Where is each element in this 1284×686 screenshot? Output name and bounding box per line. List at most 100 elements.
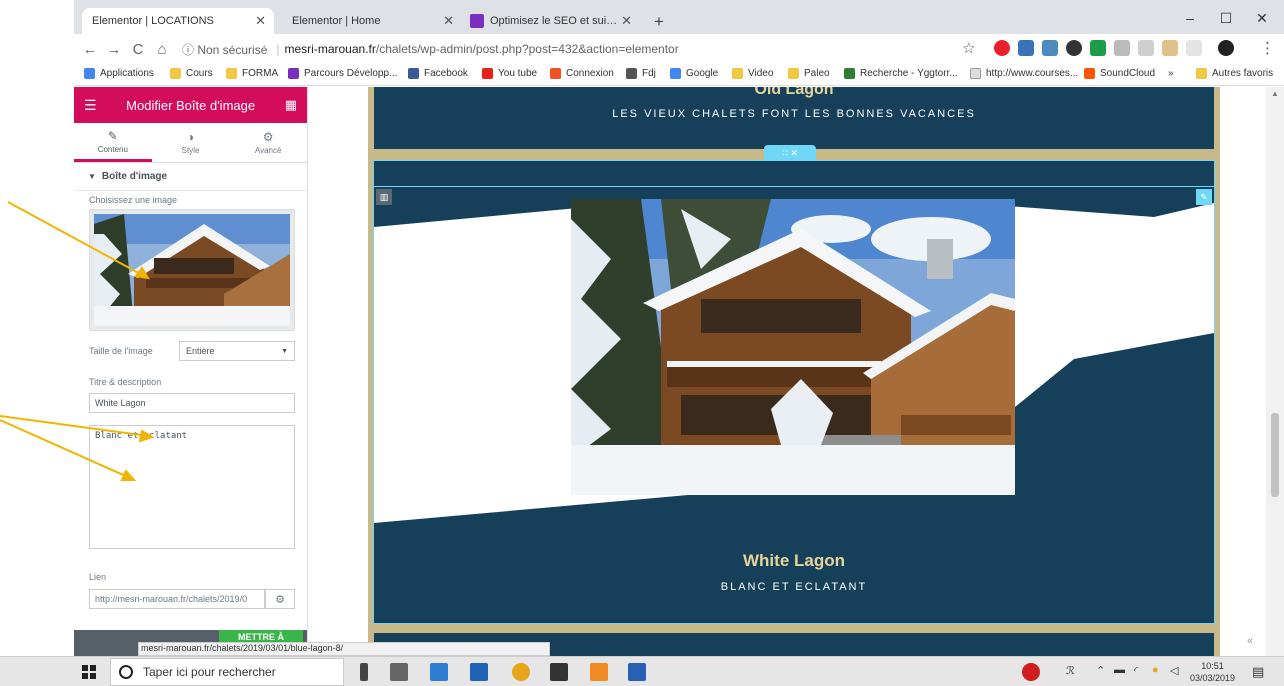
hamburger-menu-icon[interactable]: ☰ — [84, 97, 97, 114]
link-label: Lien — [89, 572, 107, 582]
battery-icon[interactable]: ▬ — [1114, 664, 1125, 676]
windows-start-icon[interactable] — [82, 665, 96, 679]
tab-optimisez-seo[interactable]: Optimisez le SEO et suivez le trafic ✕ — [460, 8, 640, 34]
back-button[interactable]: ← — [78, 41, 102, 58]
scroll-up-arrow-icon[interactable]: ▲ — [1266, 89, 1284, 98]
column-handle-icon[interactable]: ▥ — [376, 189, 392, 205]
store-icon[interactable] — [470, 663, 488, 681]
notifications-icon[interactable]: ▤ — [1252, 664, 1264, 680]
extension-icon[interactable] — [1018, 40, 1034, 56]
tray-app-icon[interactable] — [1022, 663, 1040, 681]
bookmark-facebook[interactable]: Facebook — [408, 68, 468, 79]
windows-taskbar: Taper ici pour rechercher ℛ ⌃ ▬ ◜ ● ◁ 10… — [0, 656, 1284, 686]
close-icon[interactable]: ✕ — [255, 13, 266, 29]
scrollbar-thumb[interactable] — [1271, 413, 1279, 497]
taskbar-clock[interactable]: 10:51 03/03/2019 — [1190, 660, 1235, 684]
extension-icon[interactable] — [1042, 40, 1058, 56]
wifi-icon[interactable]: ◜ — [1134, 664, 1138, 677]
bookmark-youtube[interactable]: You tube — [482, 68, 537, 79]
bookmark-video[interactable]: Video — [732, 68, 773, 79]
tray-circle-icon[interactable]: ● — [1152, 664, 1159, 676]
edit-widget-pencil-icon[interactable]: ✎ — [1196, 189, 1212, 205]
chrome-icon[interactable] — [512, 663, 530, 681]
link-input[interactable]: http://mesri-marouan.fr/chalets/2019/0 — [89, 589, 265, 609]
apps-grid-icon — [84, 68, 95, 79]
close-icon[interactable]: ✕ — [621, 13, 632, 29]
minimize-button[interactable]: – — [1180, 10, 1200, 26]
bookmark-autres-favoris[interactable]: Autres favoris — [1196, 68, 1273, 79]
widgets-grid-icon[interactable]: ▦ — [285, 97, 297, 113]
profile-avatar[interactable] — [1218, 40, 1234, 56]
section-toggle-boite-image[interactable]: ▼ Boîte d'image — [74, 163, 307, 191]
section-title: Boîte d'image — [101, 171, 168, 182]
title-input[interactable]: White Lagon — [89, 393, 295, 413]
extension-icon[interactable] — [1090, 40, 1106, 56]
section-white-lagon[interactable]: ▥ ✎ White Lagon BLANC ET ECLATANT — [373, 160, 1215, 624]
mail-icon[interactable] — [550, 663, 568, 681]
folder-icon — [226, 68, 237, 79]
reload-button[interactable]: C — [126, 41, 150, 58]
tab-contenu[interactable]: ✎ Contenu — [74, 123, 152, 162]
link-options-gear-icon[interactable]: ⚙ — [265, 589, 295, 609]
microsoft-icon — [550, 68, 561, 79]
bookmark-cours[interactable]: Cours — [170, 68, 213, 79]
bookmark-star-icon[interactable]: ☆ — [962, 39, 975, 57]
extension-icon[interactable] — [1162, 40, 1178, 56]
section-old-lagon[interactable]: Old Lagon LES VIEUX CHALETS FONT LES BON… — [374, 87, 1214, 149]
image-picker[interactable] — [89, 209, 295, 331]
close-icon[interactable]: ✕ — [443, 13, 454, 29]
file-explorer-icon[interactable] — [430, 663, 448, 681]
tab-avance[interactable]: ⚙ Avancé — [229, 123, 307, 162]
panel-tabs: ✎ Contenu ◑ Style ⚙ Avancé — [74, 123, 307, 163]
new-tab-button[interactable]: + — [654, 12, 664, 32]
word-icon[interactable] — [628, 663, 646, 681]
bookmark-google[interactable]: Google — [670, 68, 718, 79]
folder-icon — [1196, 68, 1207, 79]
back-to-top-icon[interactable]: « — [1247, 635, 1253, 647]
task-view-icon[interactable] — [390, 663, 408, 681]
tray-chevron-up-icon[interactable]: ⌃ — [1096, 664, 1105, 677]
bookmark-connexion[interactable]: Connexion — [550, 68, 614, 79]
forward-button[interactable]: → — [102, 41, 126, 58]
bookmark-applications[interactable]: Applications — [84, 68, 154, 79]
home-button[interactable]: ⌂ — [150, 41, 174, 58]
image-size-select[interactable]: Entière ▼ — [179, 341, 295, 361]
microphone-icon[interactable] — [360, 663, 368, 681]
tab-elementor-home[interactable]: Elementor | Home ✕ — [282, 8, 462, 34]
bookmark-ygg[interactable]: Recherche - Yggtorr... — [844, 68, 958, 79]
tab-title: Optimisez le SEO et suivez le trafic — [490, 15, 620, 27]
description-textarea[interactable]: Blanc et eclatant — [89, 425, 295, 549]
security-indicator[interactable]: ⓘ Non sécurisé — [182, 41, 267, 58]
taskbar-search[interactable]: Taper ici pour rechercher — [110, 658, 344, 686]
preview-scrollbar[interactable]: ▲ — [1266, 87, 1284, 656]
people-icon[interactable]: ℛ — [1066, 664, 1075, 677]
extension-icon[interactable] — [1138, 40, 1154, 56]
cortana-circle-icon — [119, 665, 133, 679]
address-bar[interactable]: ⓘ Non sécurisé | mesri-marouan.fr /chale… — [182, 38, 952, 60]
extension-icon[interactable] — [1186, 40, 1202, 56]
facebook-icon — [408, 68, 419, 79]
bookmark-paleo[interactable]: Paleo — [788, 68, 830, 79]
browser-menu-icon[interactable]: ⋮ — [1260, 39, 1275, 57]
bookmark-courses[interactable]: http://www.courses... — [970, 68, 1078, 79]
window-close-button[interactable]: ✕ — [1252, 10, 1272, 27]
bookmark-forma[interactable]: FORMA — [226, 68, 278, 79]
section-body: Choisissez une image Taille de l'image E… — [74, 191, 307, 656]
bookmark-fdj[interactable]: Fdj — [626, 68, 656, 79]
extension-icon[interactable] — [1066, 40, 1082, 56]
section-handle[interactable]: ∷ ✕ — [764, 145, 816, 161]
volume-icon[interactable]: ◁ — [1170, 664, 1178, 677]
page-preview: Old Lagon LES VIEUX CHALETS FONT LES BON… — [308, 87, 1284, 656]
bookmark-soundcloud[interactable]: SoundCloud — [1084, 68, 1155, 79]
maximize-button[interactable]: ☐ — [1216, 10, 1236, 27]
bookmark-label: » — [1168, 68, 1174, 79]
bookmarks-overflow[interactable]: » — [1168, 68, 1174, 79]
blender-icon[interactable] — [590, 663, 608, 681]
opera-extension-icon[interactable] — [994, 40, 1010, 56]
bookmark-parcours[interactable]: Parcours Développ... — [288, 68, 397, 79]
browser-window: Elementor | LOCATIONS ✕ Elementor | Home… — [74, 0, 1284, 656]
fdj-icon — [626, 68, 637, 79]
extension-icon[interactable] — [1114, 40, 1130, 56]
tab-elementor-locations[interactable]: Elementor | LOCATIONS ✕ — [82, 8, 274, 34]
tab-style[interactable]: ◑ Style — [152, 123, 230, 162]
